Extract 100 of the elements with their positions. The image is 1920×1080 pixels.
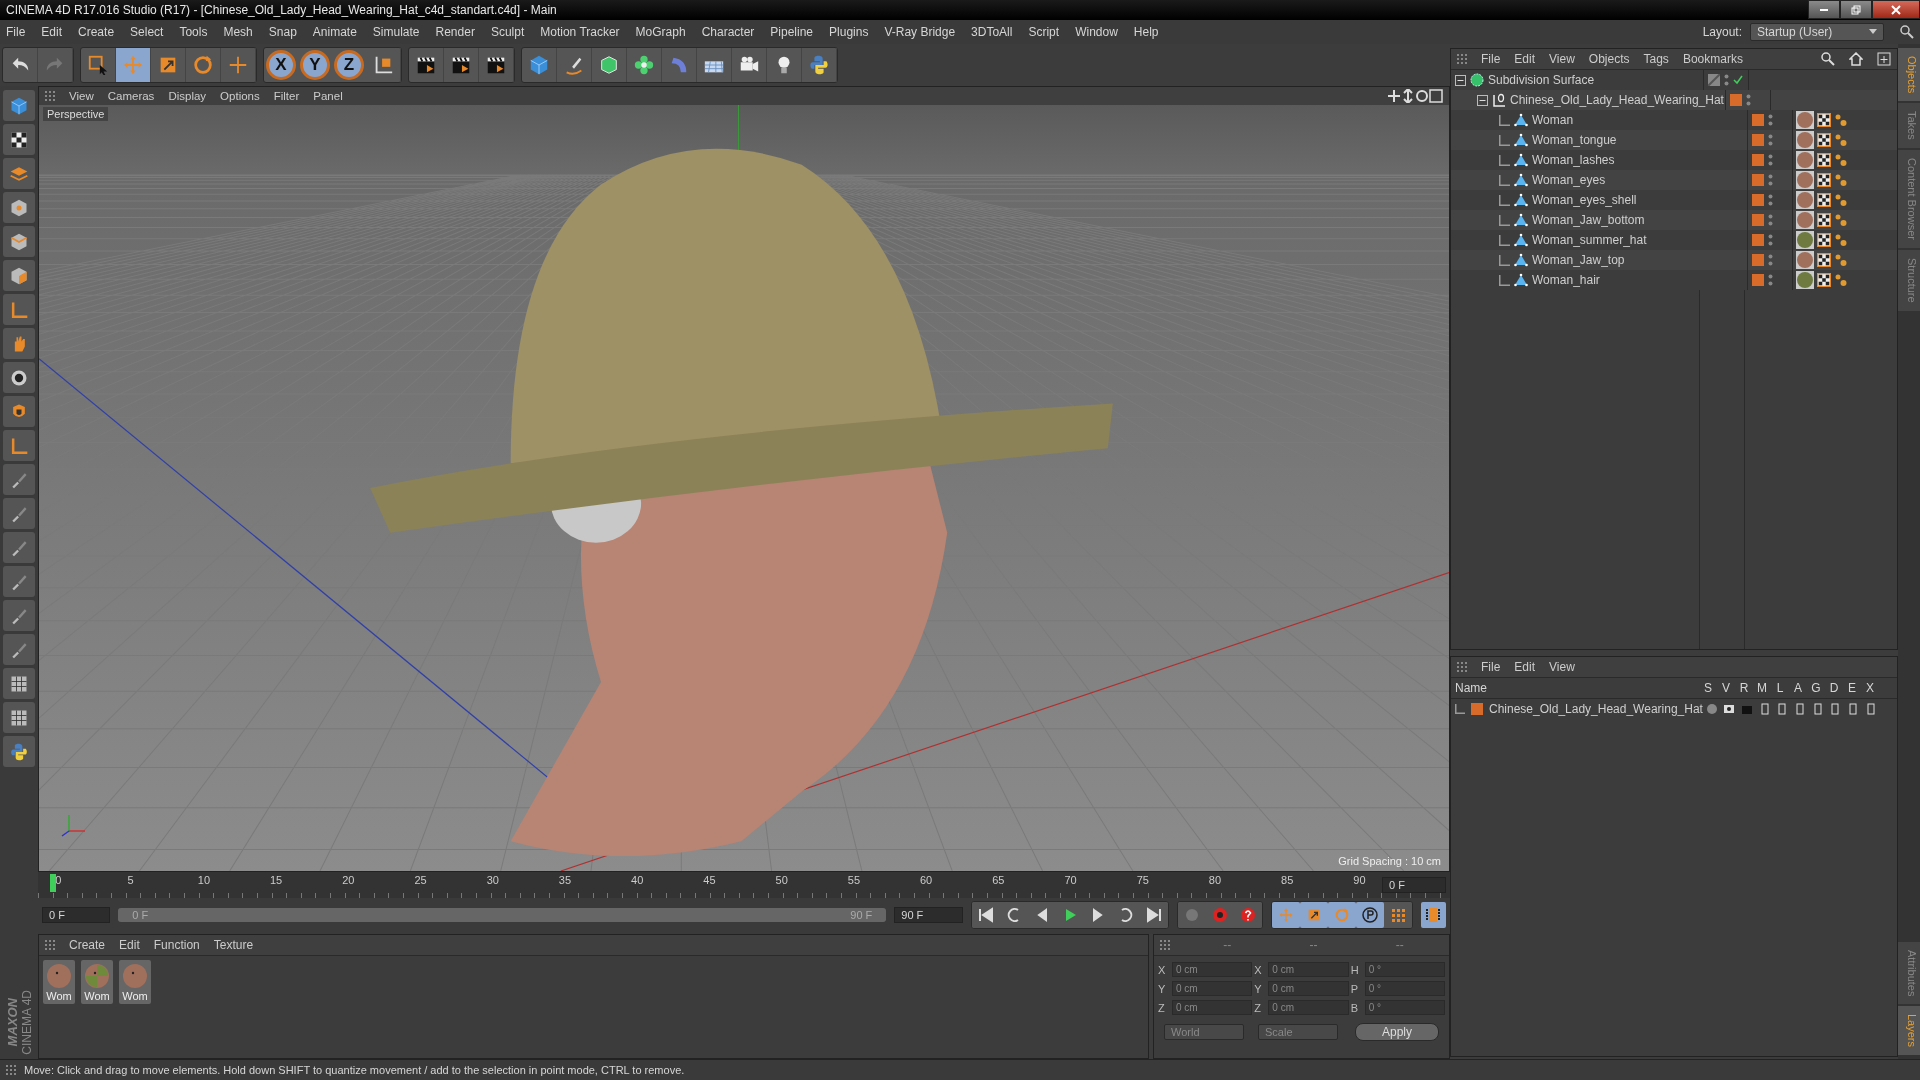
new-panel-icon[interactable]	[1877, 52, 1891, 66]
menu-item[interactable]: Simulate	[372, 25, 420, 39]
menu-item[interactable]: Edit	[1514, 660, 1536, 674]
grid-tool-button[interactable]	[3, 702, 35, 733]
checker-tag-icon[interactable]	[1817, 273, 1831, 287]
object-name[interactable]: Woman_Jaw_top	[1532, 253, 1625, 267]
layer-flag-icon[interactable]	[1811, 703, 1824, 715]
menu-item[interactable]: Plugins	[829, 25, 869, 39]
menu-item[interactable]: File	[1481, 660, 1501, 674]
menu-item[interactable]: View	[1549, 660, 1575, 674]
grid-tool-button[interactable]	[3, 668, 35, 699]
menu-item[interactable]: Create	[69, 938, 106, 952]
restore-button[interactable]	[1840, 0, 1872, 19]
visibility-dots-icon[interactable]	[1768, 214, 1773, 226]
checker-tag-icon[interactable]	[1817, 153, 1831, 167]
checker-tag-icon[interactable]	[1817, 253, 1831, 267]
object-name[interactable]: Woman_tongue	[1532, 133, 1617, 147]
material-swatch[interactable]: Wom	[43, 960, 75, 1004]
checker-tag-icon[interactable]	[1817, 233, 1831, 247]
timeline-ruler[interactable]: 0 5 10 15 20 25 30 35 40 45 50 55 60 65 70 75 80 85 90 0 F	[38, 872, 1450, 898]
dots-tag-icon[interactable]	[1834, 213, 1848, 227]
param-key-button[interactable]	[1355, 902, 1384, 928]
material-swatch[interactable]: Wom	[81, 960, 113, 1004]
menu-item[interactable]: Objects	[1588, 52, 1630, 66]
current-frame-field[interactable]: 0 F	[1382, 877, 1446, 893]
dots-tag-icon[interactable]	[1834, 253, 1848, 267]
layer-flag-icon[interactable]	[1758, 703, 1771, 715]
side-tab[interactable]: Layers	[1898, 1005, 1920, 1055]
menu-item[interactable]: V-Ray Bridge	[884, 25, 956, 39]
minimize-button[interactable]	[1808, 0, 1840, 19]
layer-color-swatch[interactable]	[1752, 274, 1764, 286]
menu-item[interactable]: Texture	[213, 938, 254, 952]
layer-flag-icon[interactable]	[1776, 703, 1789, 715]
visibility-dots-icon[interactable]	[1768, 194, 1773, 206]
checker-tag-icon[interactable]	[1817, 193, 1831, 207]
object-name[interactable]: Woman_eyes_shell	[1532, 193, 1637, 207]
layer-color-swatch[interactable]	[1752, 254, 1764, 266]
layer-color-swatch[interactable]	[1752, 114, 1764, 126]
object-name[interactable]: Woman_summer_hat	[1532, 233, 1647, 247]
layer-name[interactable]: Chinese_Old_Lady_Head_Wearing_Hat	[1489, 702, 1703, 716]
visibility-dots-icon[interactable]	[1768, 254, 1773, 266]
layer-flag-icon[interactable]	[1829, 703, 1842, 715]
dots-tag-icon[interactable]	[1834, 193, 1848, 207]
menu-item[interactable]: Select	[130, 25, 164, 39]
layer-color-swatch[interactable]	[1752, 214, 1764, 226]
layer-flag-icon[interactable]	[1846, 703, 1859, 715]
dots-tag-icon[interactable]	[1834, 173, 1848, 187]
menu-item[interactable]: Mesh	[223, 25, 253, 39]
start-frame-field[interactable]: 0 F	[42, 907, 111, 923]
move-key-button[interactable]	[1271, 902, 1300, 928]
python-tool-button[interactable]	[3, 736, 35, 767]
close-button[interactable]	[1872, 0, 1920, 19]
menu-item[interactable]: Motion Tracker	[540, 25, 620, 39]
menu-item[interactable]: Snap	[268, 25, 297, 39]
viewport-menu-item[interactable]: Cameras	[107, 90, 155, 102]
layer-flag-icon[interactable]	[1793, 703, 1806, 715]
viewport-menu-item[interactable]: Panel	[313, 90, 343, 102]
menu-item[interactable]: Animate	[312, 25, 357, 39]
menu-item[interactable]: Tags	[1643, 52, 1669, 66]
apply-button[interactable]: Apply	[1354, 1023, 1439, 1041]
dots-tag-icon[interactable]	[1834, 233, 1848, 247]
layer-color-swatch[interactable]	[1752, 154, 1764, 166]
viewport-menu-item[interactable]: Filter	[273, 90, 300, 102]
visibility-dots-icon[interactable]	[1768, 234, 1773, 246]
menu-item[interactable]: 3DToAll	[971, 25, 1013, 39]
layout-dropdown[interactable]: Startup (User)	[1750, 23, 1884, 41]
layer-color-swatch[interactable]	[1471, 703, 1483, 715]
input-field[interactable]: 0 cm	[1268, 1000, 1349, 1015]
menu-item[interactable]: Bookmarks	[1682, 52, 1743, 66]
move-tool-button[interactable]	[116, 48, 151, 82]
polygon-mode-tool-button[interactable]	[3, 260, 35, 291]
viewport[interactable]: View Cameras Display Options Filter Panel Perspective Grid Spacing : 10 cm	[38, 86, 1450, 872]
viewport-menu-item[interactable]: View	[69, 90, 94, 102]
menu-item[interactable]: MoGraph	[635, 25, 686, 39]
input-field[interactable]: 0 °	[1364, 962, 1445, 977]
input-field[interactable]: 0 cm	[1172, 1000, 1253, 1015]
visibility-dots-icon[interactable]	[1724, 74, 1729, 86]
timeline-button[interactable]	[1420, 902, 1446, 928]
menu-item[interactable]: File	[6, 25, 26, 39]
input-field[interactable]: 0 cm	[1268, 962, 1349, 977]
menu-item[interactable]: Script	[1028, 25, 1060, 39]
checker-tag-icon[interactable]	[1817, 173, 1831, 187]
layer-flag-icon[interactable]	[1723, 703, 1736, 715]
menu-item[interactable]: Create	[78, 25, 115, 39]
checker-tag-icon[interactable]	[1817, 133, 1831, 147]
viewport-menu-item[interactable]: Options	[220, 90, 260, 102]
visibility-dots-icon[interactable]	[1768, 114, 1773, 126]
visibility-dots-icon[interactable]	[1768, 174, 1773, 186]
axis-lock-button[interactable]: Z	[334, 50, 364, 80]
layer-color-swatch[interactable]	[1730, 94, 1742, 106]
viewport-menu-item[interactable]: Display	[168, 90, 207, 102]
search-icon[interactable]	[1821, 52, 1835, 66]
dots-tag-icon[interactable]	[1834, 113, 1848, 127]
edge-mode-tool-button[interactable]	[3, 226, 35, 257]
object-name[interactable]: Woman	[1532, 113, 1574, 127]
checker-tool-button[interactable]	[3, 124, 35, 155]
visibility-dots-icon[interactable]	[1768, 134, 1773, 146]
magnet-tool-button[interactable]	[3, 396, 35, 427]
object-name[interactable]: Woman_lashes	[1532, 153, 1615, 167]
menu-item[interactable]: Edit	[41, 25, 63, 39]
